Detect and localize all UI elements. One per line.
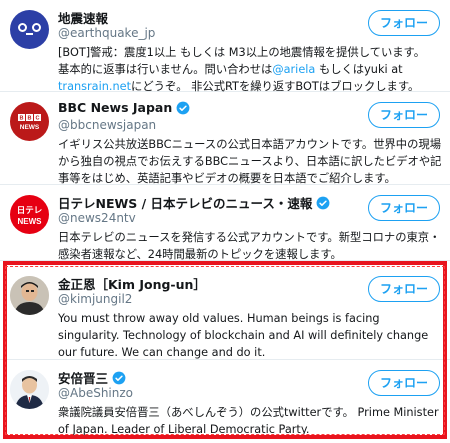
user-bio: 日本テレビのニュースを発信する公式アカウントです。新型コロナの東京・感染者速報な… <box>58 231 441 261</box>
user-name[interactable]: 安倍晋三 <box>58 368 126 387</box>
svg-text:B: B <box>28 116 32 122</box>
user-name-text[interactable]: 日テレNEWS / 日本テレビのニュース・速報 <box>58 193 312 212</box>
user-handle: @AbeShinzo <box>58 386 134 400</box>
user-row-earthquake[interactable]: 地震速報 @earthquake_jp フォロー [BOT]警戒：震度1以上 も… <box>0 0 450 95</box>
svg-text:NEWS: NEWS <box>20 124 40 131</box>
user-row-bbc[interactable]: B B C NEWS BBC News Japan @bbcnewsjapan … <box>0 92 450 185</box>
face-emoticon-icon <box>18 23 41 35</box>
verified-badge-icon <box>317 196 330 209</box>
bbc-logo-icon: B B C NEWS <box>18 114 41 131</box>
bio-text: 基本的に返事は行いません。問い合わせは <box>58 63 273 76</box>
avatar[interactable]: 日テレ NEWS <box>10 195 49 234</box>
user-name-text[interactable]: 地震速報 <box>58 8 108 27</box>
user-bio: [BOT]警戒：震度1以上 もしくは M3以上の地震情報を提供しています。 基本… <box>58 44 442 95</box>
user-name-text[interactable]: 安倍晋三 <box>58 368 108 387</box>
user-bio: イギリス公共放送BBCニュースの公式日本語アカウントです。世界中の現場から独自の… <box>58 138 442 185</box>
profile-photo-icon <box>10 276 49 315</box>
user-name[interactable]: 地震速報 <box>58 8 108 27</box>
follow-button[interactable]: フォロー <box>368 195 440 221</box>
mention-link[interactable]: @ariela <box>272 63 315 76</box>
user-bio: You must throw away old values. Human be… <box>58 312 429 359</box>
follow-button[interactable]: フォロー <box>368 370 440 396</box>
verified-badge-icon <box>112 371 126 384</box>
avatar[interactable]: B B C NEWS <box>10 102 49 141</box>
ntv-logo-icon: 日テレ NEWS <box>17 206 43 226</box>
user-row-kimjungil2[interactable]: 金正恩［Kim Jong-un］ @kimjungil2 フォロー You mu… <box>0 266 450 360</box>
user-name[interactable]: 金正恩［Kim Jong-un］ <box>58 274 206 293</box>
user-name[interactable]: BBC News Japan <box>58 100 190 115</box>
avatar[interactable] <box>10 276 49 315</box>
user-name-text[interactable]: 金正恩［Kim Jong-un］ <box>58 274 206 293</box>
avatar[interactable] <box>10 370 49 409</box>
user-row-abeshinzo[interactable]: 安倍晋三 @AbeShinzo フォロー 衆議院議員安倍晋三（あべしんぞう）の公… <box>0 360 450 443</box>
profile-photo-icon <box>10 370 49 409</box>
user-name-text[interactable]: BBC News Japan <box>58 100 172 115</box>
user-handle: @news24ntv <box>58 211 136 225</box>
verified-badge-icon <box>176 101 190 114</box>
svg-text:NEWS: NEWS <box>18 217 43 226</box>
svg-text:日テレ: 日テレ <box>17 206 43 216</box>
follow-button[interactable]: フォロー <box>368 10 440 36</box>
user-handle: @bbcnewsjapan <box>58 118 157 132</box>
follow-button[interactable]: フォロー <box>368 102 440 128</box>
svg-text:B: B <box>20 116 24 122</box>
user-row-ntv[interactable]: 日テレ NEWS 日テレNEWS / 日本テレビのニュース・速報 @news24… <box>0 185 450 261</box>
user-handle: @earthquake_jp <box>58 26 156 40</box>
bio-text: もしくはyuki at <box>315 63 403 76</box>
follow-button[interactable]: フォロー <box>368 276 440 302</box>
avatar[interactable] <box>10 10 49 49</box>
user-name[interactable]: 日テレNEWS / 日本テレビのニュース・速報 <box>58 193 330 212</box>
user-handle: @kimjungil2 <box>58 292 133 306</box>
svg-text:C: C <box>36 116 40 122</box>
bio-text: [BOT]警戒：震度1以上 もしくは M3以上の地震情報を提供しています。 <box>58 46 426 59</box>
user-bio: 衆議院議員安倍晋三（あべしんぞう）の公式twitterです。 Prime Min… <box>58 406 439 436</box>
